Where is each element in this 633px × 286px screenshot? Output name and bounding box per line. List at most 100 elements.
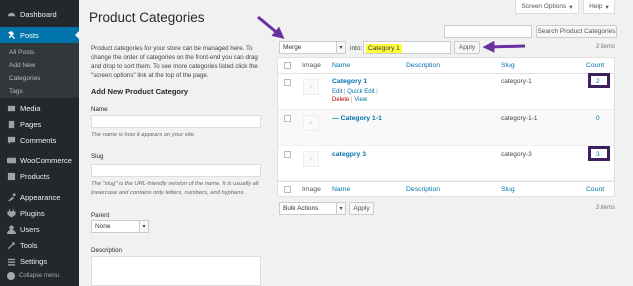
table-row: + categpry 3 category-3 3 (278, 146, 614, 181)
category-name-link[interactable]: Category 1 (332, 78, 367, 85)
menu-products[interactable]: Products (0, 168, 79, 184)
category-slug: category-1 (501, 78, 532, 85)
merge-action-select[interactable]: Merge ▾ (279, 41, 346, 54)
bulk-actions-value: Bulk Actions (283, 205, 319, 212)
col-image-footer: Image (302, 186, 321, 193)
woocommerce-icon (7, 157, 16, 163)
arrow-annotation (482, 40, 526, 53)
pin-icon (7, 30, 16, 39)
menu-pages-label: Pages (20, 119, 42, 129)
col-slug[interactable]: Slug (501, 62, 515, 69)
into-label: into: (350, 45, 363, 52)
col-name[interactable]: Name (332, 62, 350, 69)
table-row: + — Category 1-1 category-1-1 0 (278, 110, 614, 146)
bulk-actions-select[interactable]: Bulk Actions ▾ (279, 202, 346, 215)
table-header: Image Name Description Slug Count (278, 58, 614, 74)
add-category-title: Add New Product Category (91, 87, 189, 96)
name-field[interactable] (91, 115, 261, 128)
menu-dashboard[interactable]: Dashboard (0, 6, 79, 22)
table-row: + Category 1 Edit | Quick Edit | Delete … (278, 74, 614, 110)
comments-icon (7, 136, 16, 144)
menu-woocommerce-label: WooCommerce (20, 155, 72, 165)
parent-select-value: None (95, 223, 111, 230)
category-name-link[interactable]: — Category 1-1 (332, 115, 382, 122)
placeholder-image-icon: + (303, 115, 319, 131)
menu-appearance-label: Appearance (20, 192, 61, 202)
select-all-checkbox-footer[interactable] (284, 186, 291, 193)
screen-options-tab[interactable]: Screen Options ▾ (515, 0, 579, 14)
collapse-menu-button[interactable]: Collapse menu (7, 272, 59, 280)
view-link[interactable]: View (354, 97, 367, 103)
row-actions: Edit | Quick Edit | Delete | View (332, 89, 378, 103)
quick-edit-link[interactable]: Quick Edit (347, 89, 374, 95)
pages-icon (8, 120, 15, 128)
menu-woocommerce[interactable]: WooCommerce (0, 152, 79, 168)
description-label: Description (91, 247, 122, 254)
parent-select[interactable]: None ▾ (91, 220, 149, 233)
chevron-down-icon: ▾ (336, 42, 345, 53)
menu-users-label: Users (20, 224, 40, 234)
col-slug-footer[interactable]: Slug (501, 186, 515, 193)
parent-label: Parent (91, 212, 110, 219)
settings-icon (7, 258, 16, 266)
chevron-down-icon: ▾ (605, 3, 609, 11)
slug-label: Slug (91, 153, 104, 160)
col-description-footer[interactable]: Description (406, 186, 440, 193)
col-count-footer[interactable]: Count (586, 186, 604, 193)
media-icon (7, 105, 16, 111)
search-input[interactable] (444, 25, 532, 38)
admin-sidebar: Dashboard Posts All Posts Add New Catego… (0, 0, 79, 286)
plugins-icon (7, 208, 16, 218)
search-categories-button[interactable]: Search Product Categories (536, 25, 617, 38)
submenu-tags[interactable]: Tags (9, 88, 23, 95)
col-name-footer[interactable]: Name (332, 186, 350, 193)
menu-plugins[interactable]: Plugins (0, 205, 79, 221)
menu-tools-label: Tools (20, 240, 38, 250)
items-count-bottom: 3 items (595, 205, 615, 211)
menu-pages[interactable]: Pages (0, 116, 79, 132)
menu-appearance[interactable]: Appearance (0, 189, 79, 205)
slug-field[interactable] (91, 164, 261, 177)
row-checkbox[interactable] (284, 79, 291, 86)
chevron-down-icon: ▾ (336, 203, 345, 214)
users-icon (7, 224, 16, 234)
description-textarea[interactable] (91, 256, 261, 286)
col-description[interactable]: Description (406, 62, 440, 69)
arrow-annotation (257, 15, 285, 39)
submenu-all-posts[interactable]: All Posts (9, 49, 34, 56)
name-label: Name (91, 106, 108, 113)
merge-target-field[interactable]: Category 1 (363, 41, 451, 54)
delete-link[interactable]: Delete (332, 97, 349, 103)
row-checkbox[interactable] (284, 151, 291, 158)
slug-help-text: The "slug" is the URL-friendly version o… (91, 181, 259, 196)
products-icon (7, 172, 16, 180)
menu-settings[interactable]: Settings (0, 253, 79, 269)
menu-users[interactable]: Users (0, 221, 79, 237)
intro-text: Product categories for your store can be… (91, 45, 258, 79)
category-slug: category-1-1 (501, 115, 538, 122)
menu-products-label: Products (20, 171, 50, 181)
menu-comments[interactable]: Comments (0, 132, 79, 148)
chevron-down-icon: ▾ (569, 3, 573, 11)
category-name-link[interactable]: categpry 3 (332, 151, 366, 158)
collapse-menu-label: Collapse menu (19, 273, 60, 279)
menu-media[interactable]: Media (0, 100, 79, 116)
help-tab[interactable]: Help ▾ (583, 0, 615, 14)
dashboard-icon (7, 12, 16, 16)
count-highlight-box (588, 73, 610, 88)
select-all-checkbox[interactable] (284, 62, 291, 69)
menu-media-label: Media (20, 103, 41, 113)
row-checkbox[interactable] (284, 115, 291, 122)
edit-link[interactable]: Edit (332, 89, 342, 95)
category-count-link[interactable]: 0 (596, 115, 600, 122)
menu-tools[interactable]: Tools (0, 237, 79, 253)
col-count[interactable]: Count (586, 62, 604, 69)
submenu-add-new[interactable]: Add New (9, 62, 35, 69)
merge-apply-button[interactable]: Apply (454, 41, 480, 54)
name-help-text: The name is how it appears on your site. (91, 132, 196, 138)
bulk-apply-button[interactable]: Apply (349, 202, 374, 215)
menu-posts[interactable]: Posts (0, 27, 79, 43)
menu-comments-label: Comments (20, 135, 57, 145)
merge-target-value: Category 1 (366, 44, 402, 53)
submenu-categories[interactable]: Categories (9, 75, 40, 82)
